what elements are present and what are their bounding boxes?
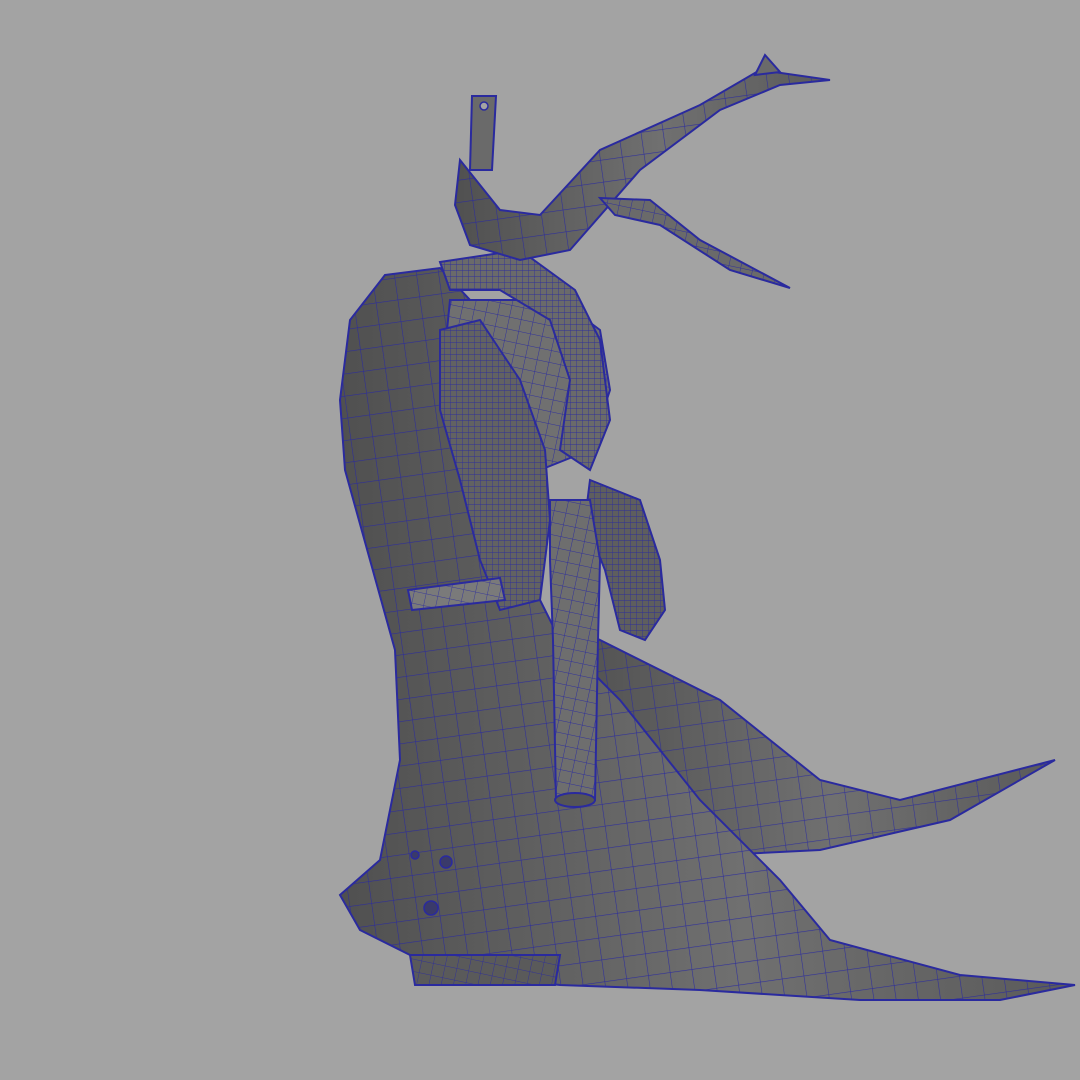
wireframe-model: [0, 0, 1080, 1080]
boot: [408, 954, 562, 986]
3d-viewport[interactable]: [0, 0, 1080, 1080]
pistol: [549, 499, 602, 808]
hat-rod: [468, 95, 498, 171]
